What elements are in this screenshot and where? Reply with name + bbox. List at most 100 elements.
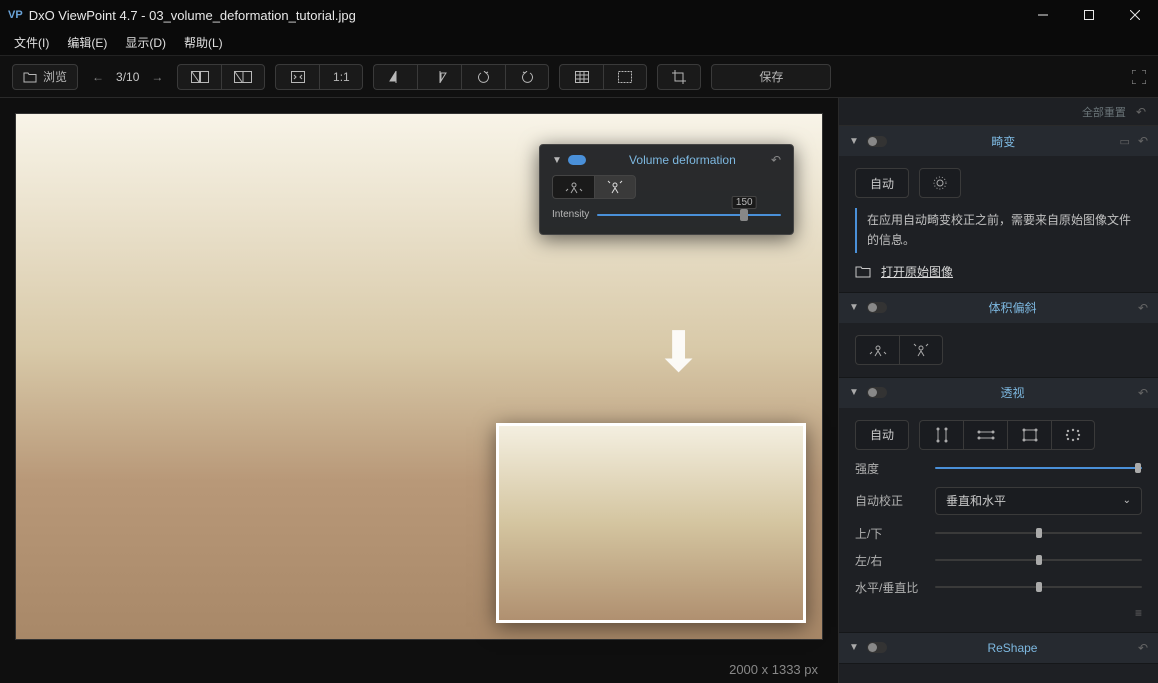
volume-deformation-overlay: ▼ Volume deformation ↶ Intensity 150 [539, 144, 794, 235]
hvratio-slider[interactable] [935, 586, 1142, 588]
distortion-manual-button[interactable] [919, 168, 961, 198]
fullscreen-button[interactable] [1132, 70, 1146, 84]
expand-more-icon[interactable]: ≡ [855, 606, 1142, 620]
menu-edit[interactable]: 编辑(E) [67, 34, 107, 51]
leftright-slider[interactable] [935, 559, 1142, 561]
overlay-reset-icon[interactable]: ↶ [771, 153, 781, 167]
close-button[interactable] [1112, 0, 1158, 30]
reset-icon[interactable]: ↶ [1138, 386, 1148, 400]
titlebar: VP DxO ViewPoint 4.7 - 03_volume_deforma… [0, 0, 1158, 30]
next-image-button[interactable]: → [147, 70, 167, 84]
window-controls [1020, 0, 1158, 30]
image-nav: ← 3/10 → [88, 70, 167, 84]
perspective-rect-button[interactable] [1007, 420, 1051, 450]
reset-all-icon[interactable]: ↶ [1136, 105, 1146, 119]
auto-label: 自动 [870, 426, 894, 443]
auto-correct-value: 垂直和水平 [946, 492, 1006, 509]
panel-volume-header[interactable]: ▼ 体积偏斜 ↶ [839, 293, 1158, 323]
intensity-value: 150 [732, 196, 757, 209]
guides-button[interactable] [603, 64, 647, 90]
perspective-8point-button[interactable] [1051, 420, 1095, 450]
flip-vertical-button[interactable] [417, 64, 461, 90]
intensity-slider[interactable] [935, 467, 1142, 469]
zoom-actual-button[interactable]: 1:1 [319, 64, 363, 90]
distortion-title: 畸变 [895, 133, 1112, 150]
open-original-link[interactable]: 打开原始图像 [855, 263, 1142, 280]
panel-perspective: ▼ 透视 ↶ 自动 强度 [839, 378, 1158, 633]
panel-distortion-header[interactable]: ▼ 畸变 ▭ ↶ [839, 126, 1158, 156]
reshape-title: ReShape [895, 641, 1130, 655]
volume-horizontal-button[interactable] [855, 335, 899, 365]
chevron-down-icon: ⌄ [1123, 495, 1131, 506]
chevron-down-icon: ▼ [849, 387, 859, 398]
volume-diagonal-button[interactable] [899, 335, 943, 365]
chevron-down-icon[interactable]: ▼ [552, 155, 562, 166]
compare-group [177, 64, 265, 90]
flip-rotate-group [373, 64, 549, 90]
image-preview: ▼ Volume deformation ↶ Intensity 150 [15, 113, 823, 640]
window-title: DxO ViewPoint 4.7 - 03_volume_deformatio… [29, 8, 356, 23]
reset-icon[interactable]: ↶ [1138, 641, 1148, 655]
browse-button[interactable]: 浏览 [12, 64, 78, 90]
perspective-toggle[interactable] [867, 387, 887, 398]
reshape-toggle[interactable] [867, 642, 887, 653]
volume-horizontal-button[interactable] [552, 175, 594, 199]
reset-icon[interactable]: ↶ [1138, 301, 1148, 315]
flip-horizontal-button[interactable] [373, 64, 417, 90]
toolbar: 浏览 ← 3/10 → 1:1 保存 [0, 56, 1158, 98]
perspective-horizontal-button[interactable] [963, 420, 1007, 450]
auto-correct-select[interactable]: 垂直和水平 ⌄ [935, 487, 1142, 515]
grid-button[interactable] [559, 64, 603, 90]
grid-group [559, 64, 647, 90]
statusbar: 2000 x 1333 px [0, 655, 838, 683]
overlay-title: Volume deformation [594, 153, 771, 167]
intensity-label: Intensity [552, 209, 589, 220]
panel-perspective-header[interactable]: ▼ 透视 ↶ [839, 378, 1158, 408]
menu-view[interactable]: 显示(D) [125, 34, 166, 51]
distortion-auto-button[interactable]: 自动 [855, 168, 909, 198]
overlay-toggle[interactable] [568, 155, 586, 165]
menu-help[interactable]: 帮助(L) [184, 34, 223, 51]
rotate-right-button[interactable] [505, 64, 549, 90]
fit-button[interactable] [275, 64, 319, 90]
browse-label: 浏览 [43, 68, 67, 85]
result-preview-inset [496, 423, 806, 623]
chevron-down-icon: ▼ [849, 642, 859, 653]
chevron-down-icon: ▼ [849, 136, 859, 147]
volume-title: 体积偏斜 [895, 299, 1130, 316]
chevron-down-icon: ▼ [849, 302, 859, 313]
image-counter: 3/10 [116, 70, 139, 84]
perspective-vertical-button[interactable] [919, 420, 963, 450]
rotate-left-button[interactable] [461, 64, 505, 90]
menu-file[interactable]: 文件(I) [14, 34, 49, 51]
perspective-tool-segment [919, 420, 1095, 450]
app-logo: VP [8, 9, 23, 21]
distortion-note: 在应用自动畸变校正之前，需要来自原始图像文件的信息。 [855, 208, 1142, 253]
panel-reshape: ▼ ReShape ↶ [839, 633, 1158, 664]
reset-icon[interactable]: ↶ [1138, 134, 1148, 148]
canvas[interactable]: ▼ Volume deformation ↶ Intensity 150 [0, 98, 838, 655]
zoom-ratio-label: 1:1 [333, 70, 350, 84]
crop-button[interactable] [657, 64, 701, 90]
volume-diagonal-button[interactable] [594, 175, 636, 199]
distortion-toggle[interactable] [867, 136, 887, 147]
hvratio-label: 水平/垂直比 [855, 579, 925, 596]
intensity-slider[interactable]: 150 [597, 214, 781, 216]
delete-icon[interactable]: ▭ [1120, 135, 1130, 148]
save-label: 保存 [759, 68, 783, 85]
updown-label: 上/下 [855, 525, 925, 542]
perspective-auto-button[interactable]: 自动 [855, 420, 909, 450]
arrow-down-icon: ⬇ [655, 319, 702, 385]
volume-toggle[interactable] [867, 302, 887, 313]
maximize-button[interactable] [1066, 0, 1112, 30]
minimize-button[interactable] [1020, 0, 1066, 30]
save-button[interactable]: 保存 [711, 64, 831, 90]
compare-split-button[interactable] [221, 64, 265, 90]
folder-icon [855, 265, 871, 278]
prev-image-button[interactable]: ← [88, 70, 108, 84]
panel-reshape-header[interactable]: ▼ ReShape ↶ [839, 633, 1158, 663]
compare-side-button[interactable] [177, 64, 221, 90]
updown-slider[interactable] [935, 532, 1142, 534]
reset-all-button[interactable]: 全部重置 [1082, 104, 1126, 120]
panel-volume: ▼ 体积偏斜 ↶ [839, 293, 1158, 378]
